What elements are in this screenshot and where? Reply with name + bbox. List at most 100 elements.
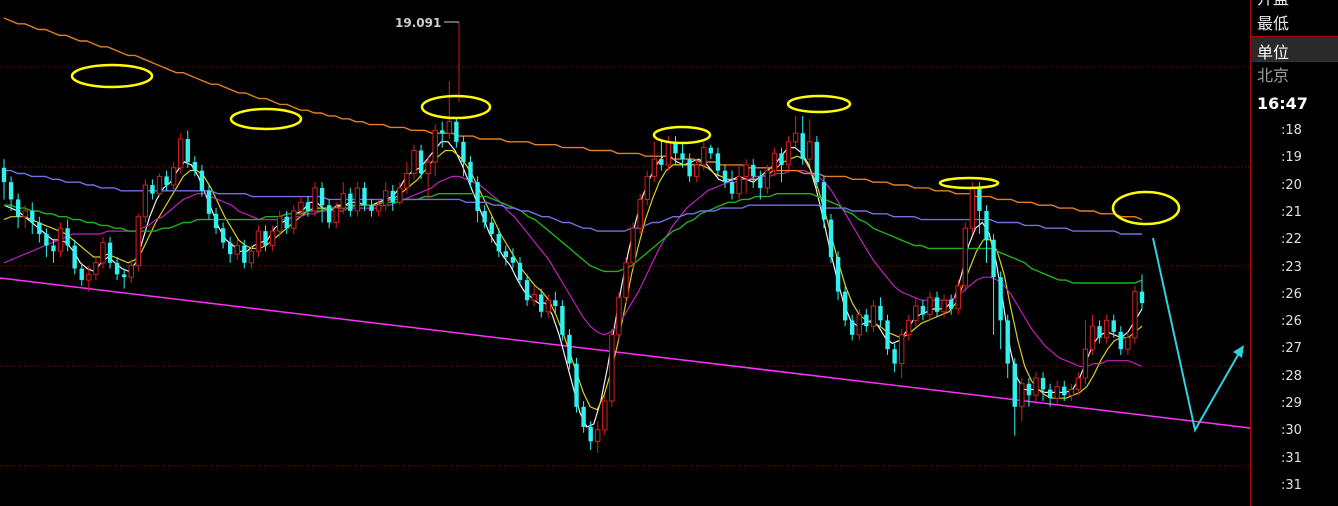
time-tick: :26 — [1281, 314, 1302, 330]
candle-body — [263, 231, 268, 246]
candle — [44, 228, 49, 258]
candle-body — [382, 190, 389, 206]
candle — [524, 274, 530, 306]
highlight-ellipse — [70, 63, 154, 89]
candle — [107, 236, 113, 269]
candle — [220, 222, 226, 249]
time-tick: :30 — [1281, 423, 1302, 439]
candle-body — [242, 245, 247, 263]
candle-body — [729, 182, 735, 194]
time-tick: :19 — [1281, 150, 1302, 166]
candle-body — [340, 193, 346, 209]
candle-body — [65, 228, 70, 246]
candle-body — [86, 273, 92, 281]
unit-label: 单位 — [1257, 43, 1290, 62]
candle — [581, 401, 586, 433]
candle-body — [560, 306, 565, 335]
candle — [1, 159, 7, 200]
candle — [531, 285, 537, 306]
candle-body — [489, 222, 494, 234]
candle — [779, 147, 784, 183]
highlight-ellipse — [938, 176, 1000, 190]
candle — [630, 222, 636, 269]
candle-body — [51, 245, 56, 252]
candle — [255, 225, 262, 258]
candle — [333, 202, 339, 229]
candle-body — [920, 306, 926, 315]
candle — [142, 179, 149, 223]
candle-body — [977, 187, 982, 211]
candle-body — [913, 305, 919, 321]
candle-body — [955, 285, 961, 310]
candle — [1005, 314, 1010, 378]
candle — [998, 271, 1003, 350]
candle-body — [354, 187, 361, 212]
candle-body — [708, 147, 714, 154]
highlight-ellipse — [1111, 190, 1181, 226]
candle — [644, 170, 650, 206]
candle-body — [227, 242, 233, 255]
time-tick: :31 — [1281, 477, 1302, 493]
candle-body — [743, 164, 749, 177]
candle-body — [948, 300, 954, 309]
candle — [382, 182, 389, 211]
candle-body — [792, 132, 799, 143]
candle-body — [79, 268, 84, 281]
candle — [1125, 331, 1131, 355]
candle-body — [72, 245, 77, 269]
candle-body — [659, 159, 664, 165]
candle — [1118, 326, 1123, 355]
candle-body — [185, 138, 190, 162]
candle-body — [842, 291, 848, 321]
candle-body — [128, 265, 134, 278]
candle — [623, 257, 629, 304]
candle — [326, 199, 332, 229]
candle-body — [771, 152, 778, 172]
candle-body — [1019, 383, 1025, 408]
candle — [150, 179, 155, 200]
channel-trendline — [0, 277, 1250, 429]
candle — [348, 187, 353, 217]
candle — [354, 182, 361, 217]
candle — [955, 280, 961, 315]
candle-body — [807, 141, 813, 160]
candle-body — [107, 242, 113, 263]
candle-body — [234, 245, 240, 255]
candle-body — [135, 216, 141, 267]
candle — [1068, 383, 1075, 402]
candle-body — [962, 227, 968, 287]
candle — [1054, 380, 1060, 404]
candle — [1082, 320, 1089, 384]
candle-body — [1005, 320, 1010, 364]
candle-body — [567, 334, 572, 364]
candle — [962, 222, 968, 292]
candle — [673, 136, 678, 165]
candle — [199, 164, 205, 197]
candle — [128, 259, 134, 283]
candle-body — [8, 182, 14, 200]
candle-body — [927, 296, 933, 316]
candle — [1097, 320, 1102, 344]
time-tick: :28 — [1281, 368, 1302, 384]
candle — [37, 216, 42, 243]
candle-body — [785, 141, 792, 166]
candle — [991, 234, 996, 335]
candle — [616, 291, 622, 341]
candle — [969, 182, 976, 234]
candle — [906, 314, 912, 341]
candle — [1040, 372, 1046, 402]
candle-body — [121, 274, 127, 278]
candle-body — [630, 227, 636, 264]
candle — [114, 257, 120, 281]
candle-body — [390, 190, 395, 203]
candle — [659, 138, 664, 171]
unit-selector[interactable]: 单位 — [1251, 36, 1338, 62]
candle — [898, 329, 905, 378]
candle-body — [269, 230, 276, 247]
candle — [984, 205, 989, 263]
candle-body — [15, 199, 21, 217]
candle — [369, 199, 374, 217]
candle-body — [517, 262, 523, 281]
candle-body — [821, 182, 827, 220]
candle-body — [1139, 291, 1145, 304]
